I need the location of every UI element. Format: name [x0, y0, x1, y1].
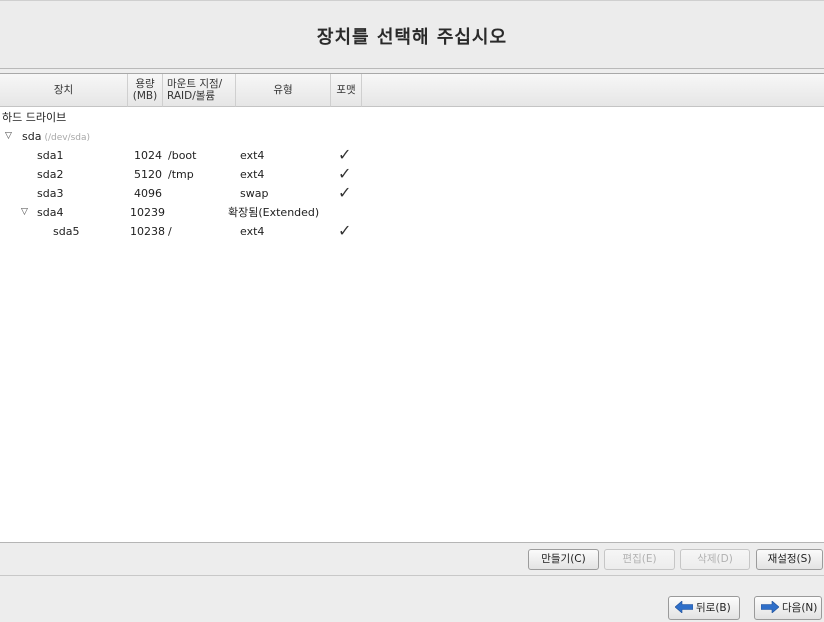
size-cell: 4096	[134, 187, 162, 200]
size-cell: 5120	[134, 168, 162, 181]
type-cell: swap	[240, 187, 269, 200]
table-row[interactable]: sda1 1024 /boot ext4 ✓	[0, 145, 824, 165]
tree-disk-row[interactable]: ▽ sda (/dev/sda)	[0, 127, 824, 146]
column-header-format[interactable]: 포맷	[331, 74, 362, 107]
column-header-mount[interactable]: 마운트 지점/ RAID/볼륨	[163, 74, 236, 107]
format-check-icon: ✓	[338, 145, 352, 164]
disk-path: (/dev/sda)	[44, 133, 91, 143]
column-header-type-label: 유형	[273, 84, 293, 96]
edit-button[interactable]: 편집(E)	[604, 549, 675, 570]
format-check-icon: ✓	[338, 164, 352, 183]
create-button[interactable]: 만들기(C)	[528, 549, 599, 570]
device-cell: sda3	[37, 187, 64, 200]
column-header-device-label: 장치	[53, 84, 74, 96]
size-cell: 10238	[130, 225, 165, 238]
column-header-size-label: 용량	[135, 78, 155, 90]
expander-icon[interactable]: ▽	[5, 127, 12, 146]
table-row[interactable]: sda5 10238 / ext4 ✓	[0, 221, 824, 241]
group-label: 하드 드라이브	[2, 111, 67, 124]
mount-cell: /tmp	[168, 168, 194, 181]
partition-tree[interactable]: 장치 용량 (MB) 마운트 지점/ RAID/볼륨 유형 포맷 하드 드라이브…	[0, 73, 824, 543]
back-button-label: 뒤로(B)	[696, 602, 731, 614]
format-check-icon: ✓	[338, 221, 352, 240]
device-cell: sda4	[37, 206, 64, 219]
device-cell: sda5	[53, 225, 80, 238]
next-button[interactable]: 다음(N)	[754, 596, 822, 620]
reset-button[interactable]: 재설정(S)	[756, 549, 823, 570]
disk-name: sda	[22, 130, 42, 143]
type-cell: ext4	[240, 149, 265, 162]
device-cell: sda2	[37, 168, 64, 181]
type-cell: 확장됨(Extended)	[228, 206, 320, 219]
column-header-size-unit: (MB)	[132, 90, 158, 102]
next-button-label: 다음(N)	[782, 602, 818, 614]
header-bar: 장치를 선택해 주십시오	[0, 0, 824, 69]
tree-group-row[interactable]: 하드 드라이브	[0, 108, 824, 127]
expander-icon[interactable]: ▽	[21, 203, 28, 222]
device-cell: sda1	[37, 149, 64, 162]
size-cell: 1024	[134, 149, 162, 162]
mount-cell: /	[168, 225, 172, 238]
installer-window: 장치를 선택해 주십시오 장치 용량 (MB) 마운트 지점/ RAID/볼륨 …	[0, 0, 824, 622]
column-header-type[interactable]: 유형	[236, 74, 331, 107]
table-row[interactable]: sda3 4096 swap ✓	[0, 183, 824, 203]
column-header-format-label: 포맷	[336, 84, 356, 96]
back-button[interactable]: 뒤로(B)	[668, 596, 740, 620]
column-header-filler	[362, 74, 824, 107]
delete-button[interactable]: 삭제(D)	[680, 549, 750, 570]
format-check-icon: ✓	[338, 183, 352, 202]
divider	[0, 575, 824, 576]
column-header-size[interactable]: 용량 (MB)	[128, 74, 163, 107]
disk-row-label: sda (/dev/sda)	[22, 127, 90, 148]
type-cell: ext4	[240, 225, 265, 238]
mount-cell: /boot	[168, 149, 197, 162]
column-header-mount-label-2: RAID/볼륨	[167, 90, 216, 102]
page-title: 장치를 선택해 주십시오	[316, 27, 508, 48]
tree-rows: 하드 드라이브 ▽ sda (/dev/sda) sda1 1024 /boot …	[0, 108, 824, 241]
table-row[interactable]: sda2 5120 /tmp ext4 ✓	[0, 164, 824, 184]
type-cell: ext4	[240, 168, 265, 181]
arrow-right-icon	[760, 600, 780, 614]
table-row[interactable]: ▽ sda4 10239 확장됨(Extended)	[0, 203, 824, 222]
column-header-mount-label: 마운트 지점/	[167, 78, 223, 90]
column-header-device[interactable]: 장치	[0, 74, 128, 107]
arrow-left-icon	[674, 600, 694, 614]
size-cell: 10239	[130, 206, 165, 219]
